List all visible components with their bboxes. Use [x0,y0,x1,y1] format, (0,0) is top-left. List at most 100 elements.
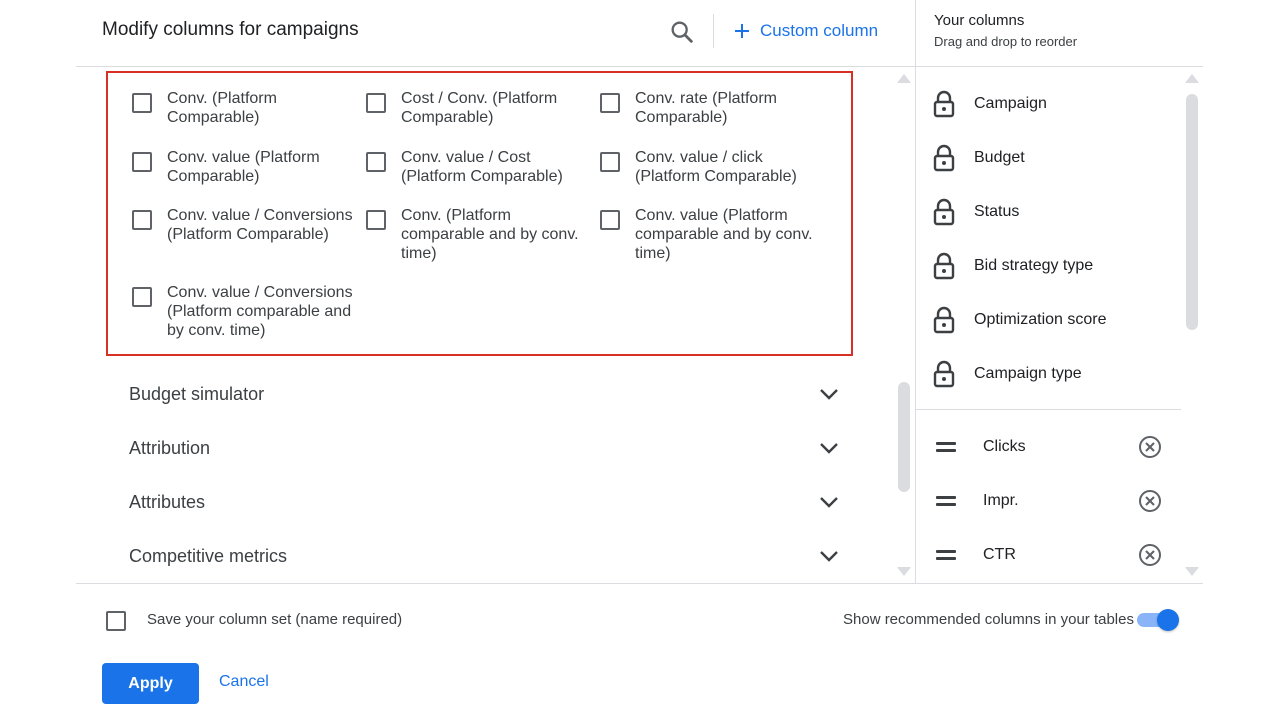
locked-column-label: Campaign type [974,365,1082,382]
section-budget-simulator[interactable]: Budget simulator [129,374,839,414]
movable-column-item[interactable]: Clicks [932,429,1162,465]
column-option[interactable]: Conv. value / Conversions (Platform comp… [132,283,357,340]
remove-column-icon[interactable] [1138,543,1162,567]
checkbox[interactable] [132,152,152,172]
column-option[interactable]: Conv. (Platform comparable and by conv. … [366,206,581,263]
checkbox[interactable] [366,152,386,172]
right-scroll-down[interactable] [1185,567,1199,576]
recommended-columns-label: Show recommended columns in your tables [843,611,1134,628]
column-option-label: Conv. value (Platform comparable and by … [635,207,813,262]
movable-column-label: CTR [983,546,1016,563]
locked-column-label: Status [974,203,1020,220]
your-columns-title: Your columns [934,12,1025,29]
checkbox[interactable] [366,93,386,113]
checkbox[interactable] [600,93,620,113]
plus-icon [735,24,749,38]
column-option-label: Conv. value / Conversions (Platform Comp… [167,207,353,243]
search-icon [671,21,693,43]
column-option[interactable]: Conv. (Platform Comparable) [132,89,362,127]
locked-column-label: Campaign [974,95,1047,112]
column-option-label: Conv. (Platform comparable and by conv. … [401,207,579,262]
column-option-label: Conv. value / Conversions (Platform comp… [167,284,353,339]
panel-divider [915,0,916,583]
chevron-down-icon [820,497,838,508]
column-option[interactable]: Cost / Conv. (Platform Comparable) [366,89,596,127]
checkbox[interactable] [600,210,620,230]
locked-column-item: Optimization score [932,300,1182,340]
remove-column-icon[interactable] [1138,489,1162,513]
save-column-set-label: Save your column set (name required) [147,611,403,628]
checkbox[interactable] [132,287,152,307]
lock-icon [933,306,955,334]
locked-column-label: Optimization score [974,311,1107,328]
column-option[interactable]: Conv. rate (Platform Comparable) [600,89,830,127]
section-competitive-metrics[interactable]: Competitive metrics [129,536,839,576]
column-option-label: Conv. value (Platform Comparable) [167,149,320,185]
movable-column-label: Impr. [983,492,1019,509]
checkbox[interactable] [132,210,152,230]
lock-icon [933,144,955,172]
dialog-header: Modify columns for campaigns Custom colu… [76,0,915,67]
lock-icon [933,252,955,280]
column-option[interactable]: Conv. value / Cost (Platform Comparable) [366,148,596,186]
section-title: Attribution [129,437,211,458]
dialog-title: Modify columns for campaigns [102,19,359,40]
header-divider [713,14,714,48]
column-option-label: Cost / Conv. (Platform Comparable) [401,90,558,126]
movable-column-item[interactable]: CTR [932,537,1162,573]
remove-column-icon[interactable] [1138,435,1162,459]
right-scrollbar-thumb[interactable] [1186,94,1198,330]
locked-column-item: Budget [932,138,1182,178]
footer-divider [76,583,1203,584]
section-title: Budget simulator [129,383,265,404]
chevron-down-icon [820,443,838,454]
lock-icon [933,90,955,118]
apply-button[interactable]: Apply [102,663,199,704]
left-scrollbar-thumb[interactable] [898,382,910,492]
column-option-label: Conv. rate (Platform Comparable) [635,90,777,126]
left-scroll-down[interactable] [897,567,911,576]
column-option[interactable]: Conv. value / click (Platform Comparable… [600,148,830,186]
save-column-set-checkbox[interactable] [106,611,126,631]
locked-column-item: Campaign type [932,354,1182,394]
column-option-label: Conv. value / click (Platform Comparable… [635,149,797,185]
custom-column-button[interactable]: Custom column [734,19,878,43]
drag-handle-icon[interactable] [932,491,964,511]
column-option[interactable]: Conv. value (Platform comparable and by … [600,206,815,263]
recommended-columns-toggle[interactable] [1135,609,1179,631]
locked-column-label: Bid strategy type [974,257,1094,274]
chevron-down-icon [820,551,838,562]
section-title: Attributes [129,491,206,512]
column-option[interactable]: Conv. value / Conversions (Platform Comp… [132,206,362,244]
column-option[interactable]: Conv. value (Platform Comparable) [132,148,362,186]
checkbox[interactable] [600,152,620,172]
section-attribution[interactable]: Attribution [129,428,839,468]
platform-comparable-options: Conv. (Platform Comparable) Cost / Conv.… [106,71,853,356]
locked-column-label: Budget [974,149,1025,166]
cancel-button[interactable]: Cancel [219,673,269,691]
chevron-down-icon [820,389,838,400]
section-title: Competitive metrics [129,545,288,566]
lock-icon [933,360,955,388]
column-option-label: Conv. value / Cost (Platform Comparable) [401,149,563,185]
drag-handle-icon[interactable] [932,437,964,457]
lock-icon [933,198,955,226]
locked-divider [916,409,1181,410]
movable-column-label: Clicks [983,438,1026,455]
drag-handle-icon[interactable] [932,545,964,565]
movable-column-item[interactable]: Impr. [932,483,1162,519]
section-attributes[interactable]: Attributes [129,482,839,522]
right-scroll-up[interactable] [1185,74,1199,83]
column-option-label: Conv. (Platform Comparable) [167,90,277,126]
locked-column-item: Campaign [932,84,1182,124]
your-columns-subtitle: Drag and drop to reorder [934,34,1078,49]
locked-column-item: Bid strategy type [932,246,1182,286]
custom-column-label: Custom column [760,21,879,40]
left-scroll-up[interactable] [897,74,911,83]
search-button[interactable] [668,18,696,46]
checkbox[interactable] [132,93,152,113]
locked-column-item: Status [932,192,1182,232]
your-columns-header: Your columns Drag and drop to reorder [916,0,1203,67]
toggle-knob [1157,609,1179,631]
checkbox[interactable] [366,210,386,230]
